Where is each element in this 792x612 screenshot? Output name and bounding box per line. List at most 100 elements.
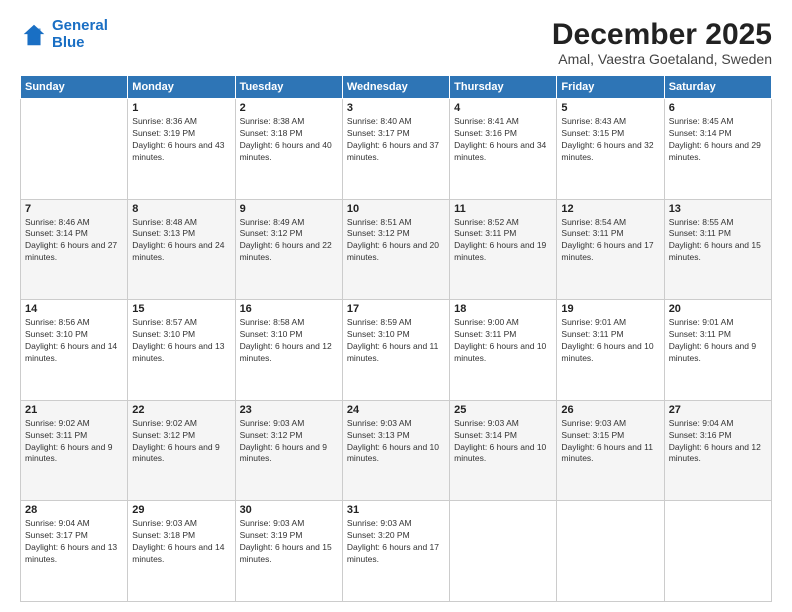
day-info: Sunrise: 8:59 AM Sunset: 3:10 PM Dayligh…: [347, 317, 445, 365]
sunrise-text: Sunrise: 8:55 AM: [669, 217, 734, 227]
sunrise-text: Sunrise: 8:58 AM: [240, 317, 305, 327]
day-number: 20: [669, 303, 767, 315]
day-info: Sunrise: 9:04 AM Sunset: 3:17 PM Dayligh…: [25, 518, 123, 566]
sunrise-text: Sunrise: 8:51 AM: [347, 217, 412, 227]
day-info: Sunrise: 8:54 AM Sunset: 3:11 PM Dayligh…: [561, 217, 659, 265]
day-number: 7: [25, 203, 123, 215]
table-row: 22 Sunrise: 9:02 AM Sunset: 3:12 PM Dayl…: [128, 400, 235, 501]
table-row: 17 Sunrise: 8:59 AM Sunset: 3:10 PM Dayl…: [342, 300, 449, 401]
sunset-text: Sunset: 3:16 PM: [669, 430, 732, 440]
day-info: Sunrise: 9:03 AM Sunset: 3:18 PM Dayligh…: [132, 518, 230, 566]
month-title: December 2025: [552, 18, 772, 51]
table-row: 4 Sunrise: 8:41 AM Sunset: 3:16 PM Dayli…: [450, 99, 557, 200]
daylight-text: Daylight: 6 hours and 12 minutes.: [240, 341, 332, 363]
col-sunday: Sunday: [21, 76, 128, 99]
day-info: Sunrise: 8:45 AM Sunset: 3:14 PM Dayligh…: [669, 116, 767, 164]
sunrise-text: Sunrise: 9:03 AM: [240, 518, 305, 528]
sunrise-text: Sunrise: 9:03 AM: [347, 518, 412, 528]
daylight-text: Daylight: 6 hours and 9 minutes.: [240, 442, 327, 464]
sunrise-text: Sunrise: 8:43 AM: [561, 116, 626, 126]
day-number: 15: [132, 303, 230, 315]
table-row: 10 Sunrise: 8:51 AM Sunset: 3:12 PM Dayl…: [342, 199, 449, 300]
day-number: 23: [240, 404, 338, 416]
sunrise-text: Sunrise: 8:36 AM: [132, 116, 197, 126]
daylight-text: Daylight: 6 hours and 14 minutes.: [25, 341, 117, 363]
day-number: 1: [132, 102, 230, 114]
daylight-text: Daylight: 6 hours and 9 minutes.: [669, 341, 756, 363]
table-row: [450, 501, 557, 602]
sunrise-text: Sunrise: 8:59 AM: [347, 317, 412, 327]
col-wednesday: Wednesday: [342, 76, 449, 99]
day-info: Sunrise: 8:55 AM Sunset: 3:11 PM Dayligh…: [669, 217, 767, 265]
sunset-text: Sunset: 3:13 PM: [132, 228, 195, 238]
day-number: 14: [25, 303, 123, 315]
sunset-text: Sunset: 3:11 PM: [669, 228, 731, 238]
day-info: Sunrise: 8:41 AM Sunset: 3:16 PM Dayligh…: [454, 116, 552, 164]
sunset-text: Sunset: 3:18 PM: [132, 530, 195, 540]
day-info: Sunrise: 9:02 AM Sunset: 3:12 PM Dayligh…: [132, 418, 230, 466]
calendar-week-row: 21 Sunrise: 9:02 AM Sunset: 3:11 PM Dayl…: [21, 400, 772, 501]
title-block: December 2025 Amal, Vaestra Goetaland, S…: [552, 18, 772, 67]
day-number: 17: [347, 303, 445, 315]
table-row: [21, 99, 128, 200]
sunrise-text: Sunrise: 8:45 AM: [669, 116, 734, 126]
sunset-text: Sunset: 3:20 PM: [347, 530, 410, 540]
table-row: 30 Sunrise: 9:03 AM Sunset: 3:19 PM Dayl…: [235, 501, 342, 602]
sunrise-text: Sunrise: 8:40 AM: [347, 116, 412, 126]
daylight-text: Daylight: 6 hours and 9 minutes.: [132, 442, 219, 464]
sunset-text: Sunset: 3:12 PM: [347, 228, 410, 238]
sunset-text: Sunset: 3:18 PM: [240, 128, 303, 138]
day-number: 21: [25, 404, 123, 416]
sunrise-text: Sunrise: 9:03 AM: [347, 418, 412, 428]
table-row: 9 Sunrise: 8:49 AM Sunset: 3:12 PM Dayli…: [235, 199, 342, 300]
sunset-text: Sunset: 3:10 PM: [132, 329, 195, 339]
table-row: 14 Sunrise: 8:56 AM Sunset: 3:10 PM Dayl…: [21, 300, 128, 401]
calendar-table: Sunday Monday Tuesday Wednesday Thursday…: [20, 75, 772, 602]
table-row: 18 Sunrise: 9:00 AM Sunset: 3:11 PM Dayl…: [450, 300, 557, 401]
sunset-text: Sunset: 3:15 PM: [561, 430, 624, 440]
day-number: 29: [132, 504, 230, 516]
day-info: Sunrise: 8:57 AM Sunset: 3:10 PM Dayligh…: [132, 317, 230, 365]
table-row: 31 Sunrise: 9:03 AM Sunset: 3:20 PM Dayl…: [342, 501, 449, 602]
day-info: Sunrise: 9:03 AM Sunset: 3:20 PM Dayligh…: [347, 518, 445, 566]
table-row: [557, 501, 664, 602]
day-number: 13: [669, 203, 767, 215]
sunset-text: Sunset: 3:11 PM: [669, 329, 731, 339]
table-row: 6 Sunrise: 8:45 AM Sunset: 3:14 PM Dayli…: [664, 99, 771, 200]
day-number: 28: [25, 504, 123, 516]
daylight-text: Daylight: 6 hours and 15 minutes.: [669, 240, 761, 262]
sunset-text: Sunset: 3:10 PM: [25, 329, 88, 339]
day-number: 27: [669, 404, 767, 416]
table-row: 2 Sunrise: 8:38 AM Sunset: 3:18 PM Dayli…: [235, 99, 342, 200]
day-number: 25: [454, 404, 552, 416]
day-number: 3: [347, 102, 445, 114]
daylight-text: Daylight: 6 hours and 17 minutes.: [347, 542, 439, 564]
daylight-text: Daylight: 6 hours and 34 minutes.: [454, 140, 546, 162]
day-number: 30: [240, 504, 338, 516]
daylight-text: Daylight: 6 hours and 20 minutes.: [347, 240, 439, 262]
daylight-text: Daylight: 6 hours and 12 minutes.: [669, 442, 761, 464]
day-info: Sunrise: 8:43 AM Sunset: 3:15 PM Dayligh…: [561, 116, 659, 164]
table-row: 16 Sunrise: 8:58 AM Sunset: 3:10 PM Dayl…: [235, 300, 342, 401]
table-row: 5 Sunrise: 8:43 AM Sunset: 3:15 PM Dayli…: [557, 99, 664, 200]
day-number: 19: [561, 303, 659, 315]
sunrise-text: Sunrise: 9:03 AM: [561, 418, 626, 428]
daylight-text: Daylight: 6 hours and 10 minutes.: [454, 341, 546, 363]
logo: General Blue: [20, 18, 108, 51]
sunset-text: Sunset: 3:14 PM: [25, 228, 88, 238]
sunset-text: Sunset: 3:14 PM: [669, 128, 732, 138]
sunrise-text: Sunrise: 9:02 AM: [25, 418, 90, 428]
sunset-text: Sunset: 3:12 PM: [132, 430, 195, 440]
daylight-text: Daylight: 6 hours and 10 minutes.: [561, 341, 653, 363]
day-info: Sunrise: 8:58 AM Sunset: 3:10 PM Dayligh…: [240, 317, 338, 365]
col-tuesday: Tuesday: [235, 76, 342, 99]
daylight-text: Daylight: 6 hours and 13 minutes.: [25, 542, 117, 564]
table-row: 23 Sunrise: 9:03 AM Sunset: 3:12 PM Dayl…: [235, 400, 342, 501]
sunset-text: Sunset: 3:17 PM: [25, 530, 88, 540]
calendar-week-row: 14 Sunrise: 8:56 AM Sunset: 3:10 PM Dayl…: [21, 300, 772, 401]
sunrise-text: Sunrise: 9:03 AM: [454, 418, 519, 428]
sunrise-text: Sunrise: 9:04 AM: [669, 418, 734, 428]
sunset-text: Sunset: 3:11 PM: [454, 329, 516, 339]
sunset-text: Sunset: 3:16 PM: [454, 128, 517, 138]
day-number: 2: [240, 102, 338, 114]
